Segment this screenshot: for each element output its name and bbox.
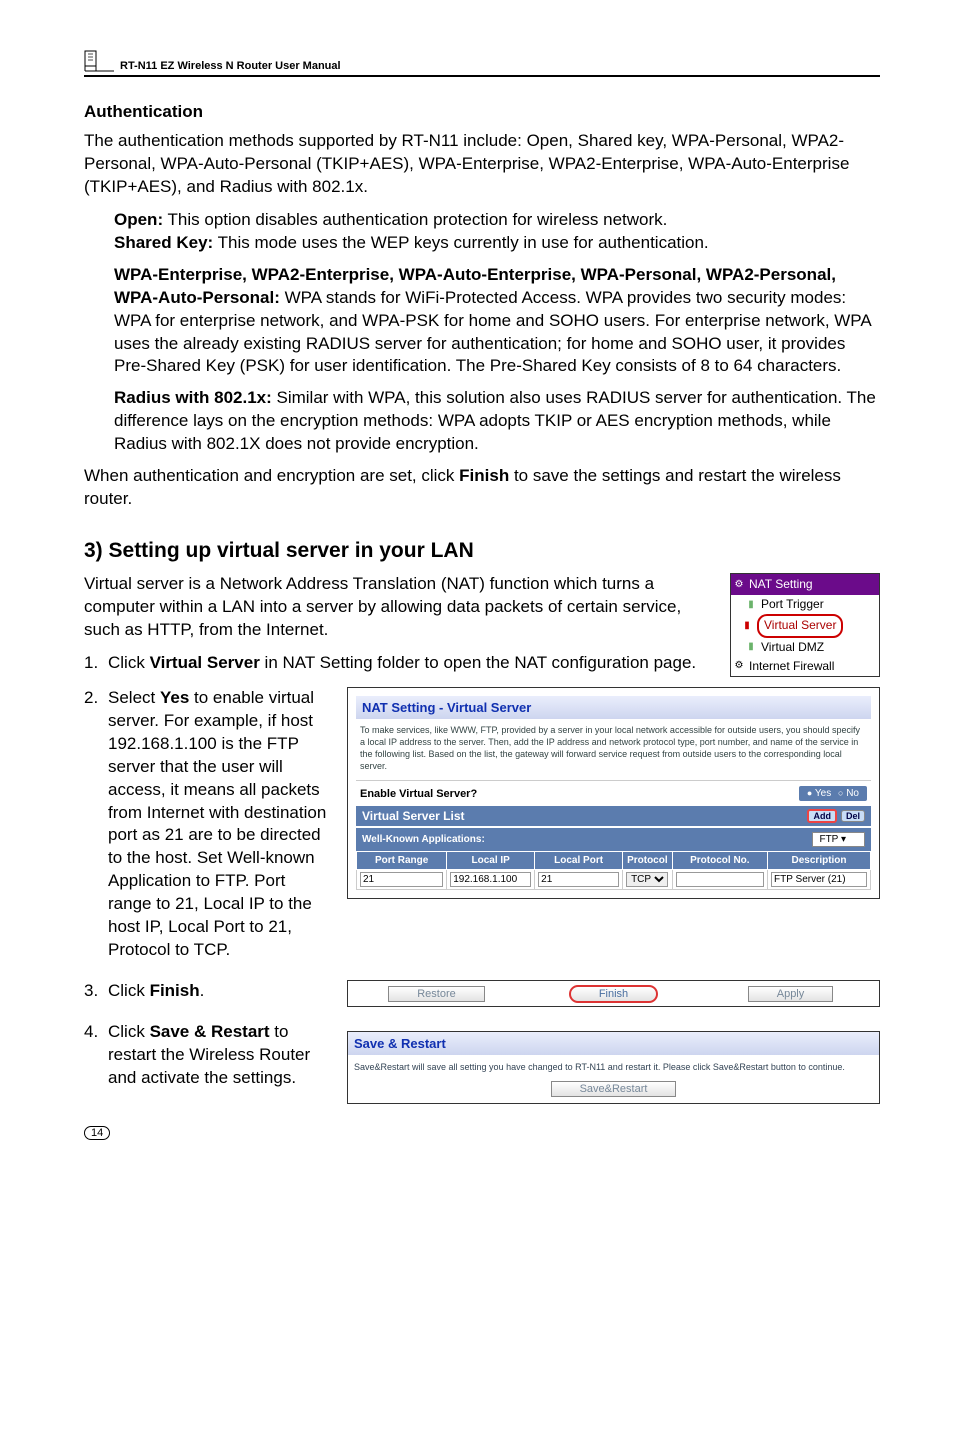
step2-num: 2. <box>84 687 108 962</box>
natmenu-pt: Port Trigger <box>761 595 824 614</box>
natmenu-vdmz: Virtual DMZ <box>761 638 824 657</box>
inp-desc[interactable] <box>771 872 867 887</box>
header-book-icon <box>84 50 114 72</box>
save-restart-button[interactable]: Save&Restart <box>551 1081 677 1097</box>
sharedkey-label: Shared Key: <box>114 233 213 252</box>
natmenu-title: NAT Setting <box>749 575 813 594</box>
auth-intro: The authentication methods supported by … <box>84 130 880 199</box>
inp-localport[interactable] <box>538 872 619 887</box>
vs-intro: Virtual server is a Network Address Tran… <box>84 573 715 642</box>
th-desc: Description <box>768 852 871 870</box>
auth-details: Open: This option disables authenticatio… <box>114 209 880 456</box>
save-restart-screenshot: Save & Restart Save&Restart will save al… <box>347 1031 880 1104</box>
th-protono: Protocol No. <box>672 852 767 870</box>
sr-desc: Save&Restart will save all setting you h… <box>354 1061 873 1073</box>
vsshot-title: NAT Setting - Virtual Server <box>356 696 871 719</box>
auth-outro: When authentication and encryption are s… <box>84 465 880 511</box>
page-icon: ▮ <box>741 620 753 632</box>
inp-protono[interactable] <box>676 872 764 887</box>
step2-text: Select Yes to enable virtual server. For… <box>108 687 329 962</box>
th-portrange: Port Range <box>357 852 447 870</box>
wk-select[interactable]: FTP ▾ <box>812 832 865 847</box>
step4-num: 4. <box>84 1021 108 1090</box>
apply-button[interactable]: Apply <box>748 986 834 1002</box>
del-button[interactable]: Del <box>841 810 865 822</box>
page-icon: ▮ <box>745 599 757 611</box>
gear-icon: ⚙ <box>733 579 745 591</box>
open-text: This option disables authentication prot… <box>163 210 667 229</box>
nat-menu-screenshot: ⚙ NAT Setting ▮ Port Trigger ▮ Virtual S… <box>730 573 880 677</box>
page-header: RT-N11 EZ Wireless N Router User Manual <box>84 50 880 77</box>
th-localport: Local Port <box>535 852 623 870</box>
auth-heading: Authentication <box>84 102 880 122</box>
vs-screenshot: NAT Setting - Virtual Server To make ser… <box>347 687 880 900</box>
radius-label: Radius with 802.1x: <box>114 388 272 407</box>
step3-num: 3. <box>84 980 108 1003</box>
enable-vs-label: Enable Virtual Server? <box>360 788 799 800</box>
page-number: 14 <box>84 1126 110 1140</box>
wk-label: Well-Known Applications: <box>362 834 812 845</box>
enable-vs-radio[interactable]: ● Yes ○ No <box>799 786 867 801</box>
finish-button[interactable]: Finish <box>569 985 658 1003</box>
header-title: RT-N11 EZ Wireless N Router User Manual <box>120 60 341 72</box>
add-button[interactable]: Add <box>807 809 837 823</box>
natmenu-vs[interactable]: Virtual Server <box>757 614 843 637</box>
step4-text: Click Save & Restart to restart the Wire… <box>108 1021 329 1090</box>
inp-portrange[interactable] <box>360 872 443 887</box>
natmenu-if: Internet Firewall <box>749 657 834 676</box>
vsshot-desc: To make services, like WWW, FTP, provide… <box>356 719 871 781</box>
th-localip: Local IP <box>447 852 535 870</box>
sharedkey-text: This mode uses the WEP keys currently in… <box>213 233 708 252</box>
th-protocol: Protocol <box>623 852 673 870</box>
step1-num: 1. <box>84 652 108 675</box>
step1-text: Click Virtual Server in NAT Setting fold… <box>108 652 696 675</box>
open-label: Open: <box>114 210 163 229</box>
vs-heading: 3) Setting up virtual server in your LAN <box>84 539 880 563</box>
vs-list-title: Virtual Server List <box>362 809 465 823</box>
vs-table: Port Range Local IP Local Port Protocol … <box>356 851 871 890</box>
buttons-screenshot: Restore Finish Apply <box>347 980 880 1007</box>
step3-text: Click Finish. <box>108 980 204 1003</box>
gear-icon: ⚙ <box>733 660 745 672</box>
sr-title: Save & Restart <box>348 1032 879 1055</box>
restore-button[interactable]: Restore <box>388 986 485 1002</box>
sel-protocol[interactable]: TCP <box>626 872 668 887</box>
page-icon: ▮ <box>745 641 757 653</box>
inp-localip[interactable] <box>450 872 531 887</box>
